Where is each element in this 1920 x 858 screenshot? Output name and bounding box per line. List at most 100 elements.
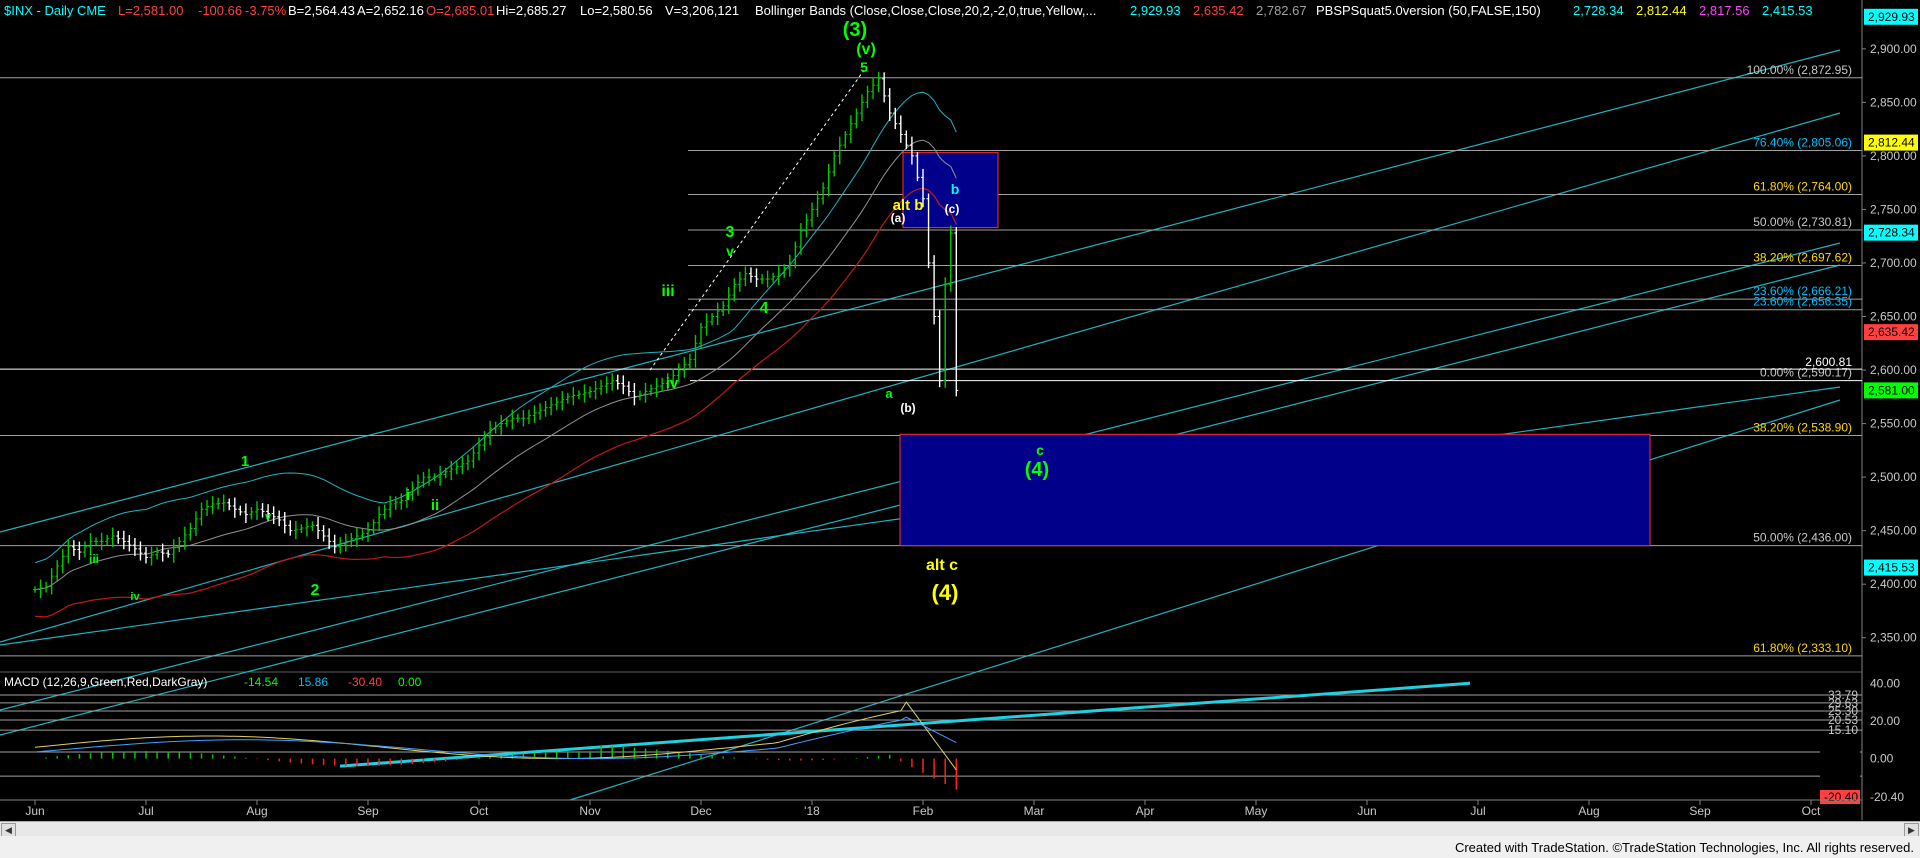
time-label: Sep xyxy=(1689,804,1711,818)
axis-tick-label: 2,900.00 xyxy=(1870,42,1917,56)
fib-label: 61.80% (2,333.10) xyxy=(1753,641,1852,655)
price-tag: 2,929.93 xyxy=(1864,8,1918,25)
macd-tag-text: -9.34 xyxy=(1831,769,1859,783)
macd-tag-text: -20.40 xyxy=(1824,790,1858,804)
fib-label: 38.20% (2,697.62) xyxy=(1753,251,1852,265)
axis-tick-label: 2,850.00 xyxy=(1870,95,1917,109)
time-axis: Jun Jul Aug Sep Oct Nov Dec '18 Feb Mar Apr May Jun J… xyxy=(0,799,1862,818)
wave-label: 3 xyxy=(726,224,735,241)
grid-layer xyxy=(0,0,1863,820)
bid-price: B=2,564.43 xyxy=(288,3,355,18)
bb-upper-value: 2,929.93 xyxy=(1130,3,1181,18)
macd-value: -14.54 xyxy=(244,675,278,689)
fib-label: 61.80% (2,764.00) xyxy=(1753,179,1852,193)
wave-label: ii xyxy=(431,497,439,514)
change-pct: -3.75% xyxy=(245,3,287,18)
axis-tick-label: 2,750.00 xyxy=(1870,202,1917,216)
macd-line xyxy=(34,701,957,771)
time-label: Aug xyxy=(246,804,267,818)
wave-label: iii xyxy=(89,552,99,566)
wave-label: a xyxy=(885,386,893,401)
fib-label: 76.40% (2,805.06) xyxy=(1753,135,1852,149)
low-price: Lo=2,580.56 xyxy=(580,3,653,18)
axis-tick-label: 2,700.00 xyxy=(1870,256,1917,270)
wave-label: 4 xyxy=(760,300,769,317)
fib-label: 23.60% (2,656.35) xyxy=(1753,295,1852,309)
time-label: Dec xyxy=(690,804,711,818)
pbs-value-4: 2,415.53 xyxy=(1762,3,1813,18)
horizontal-scrollbar[interactable]: ◀ ▶ xyxy=(0,821,1920,837)
price-tag: 2,728.34 xyxy=(1864,224,1918,241)
time-label: Feb xyxy=(913,804,934,818)
ask-price: A=2,652.16 xyxy=(357,3,424,18)
macd-tag: -20.40 xyxy=(1820,789,1860,804)
time-label: Jun xyxy=(25,804,44,818)
price-tag-text: 2,415.53 xyxy=(1868,561,1915,575)
axis-tick-label: 2,650.00 xyxy=(1870,310,1917,324)
wave-label: (v) xyxy=(856,41,876,58)
time-label: Nov xyxy=(579,804,600,818)
scroll-left-icon[interactable]: ◀ xyxy=(1,823,16,837)
wave-label: iii xyxy=(661,283,674,300)
pbs-value-2: 2,812.44 xyxy=(1636,3,1687,18)
pbs-label: PBSPSquat5.0version (50,FALSE,150) xyxy=(1316,3,1541,18)
time-label: Mar xyxy=(1024,804,1045,818)
footer-copyright: Created with TradeStation. ©TradeStation… xyxy=(1454,840,1914,855)
open-price: O=2,685.01 xyxy=(426,3,494,18)
time-label: Aug xyxy=(1578,804,1599,818)
fib-label: 50.00% (2,436.00) xyxy=(1753,531,1852,545)
bb-upper-line xyxy=(34,91,957,564)
macd-value: 0.00 xyxy=(398,675,422,689)
target-boxes xyxy=(899,152,1651,547)
wave-label: iv xyxy=(666,375,679,392)
time-label: May xyxy=(1245,804,1268,818)
bollinger-bands xyxy=(34,69,957,618)
fib-label: 50.00% (2,730.81) xyxy=(1753,215,1852,229)
wave-label: v xyxy=(726,243,734,259)
axis-tick-label: 2,350.00 xyxy=(1870,631,1917,645)
wave-label: 5 xyxy=(860,59,868,75)
price-tag: 2,415.53 xyxy=(1864,559,1918,576)
symbol-label: $INX - Daily CME xyxy=(4,3,106,18)
time-label: Jul xyxy=(138,804,153,818)
price-tag-text: 2,581.00 xyxy=(1868,383,1915,397)
bollinger-label: Bollinger Bands (Close,Close,Close,20,2,… xyxy=(755,3,1096,18)
time-label: Jul xyxy=(1470,804,1485,818)
scroll-right-icon[interactable]: ▶ xyxy=(1904,823,1919,837)
macd-axis-label: 20.00 xyxy=(1870,714,1900,728)
target-box xyxy=(899,433,1651,547)
wave-label: (b) xyxy=(900,401,915,415)
price-axis: 2,900.00 2,850.00 2,800.00 2,750.00 2,700.00… xyxy=(1862,8,1918,645)
wave-label: b xyxy=(951,181,960,197)
volume: V=3,206,121 xyxy=(665,3,739,18)
bb-lower-value: 2,635.42 xyxy=(1193,3,1244,18)
wave-label: v xyxy=(265,511,272,523)
wave-label: (4) xyxy=(932,580,959,605)
wave-label: alt c xyxy=(926,557,958,574)
macd-panel: MACD (12,26,9,Green,Red,DarkGray) -14.54 1… xyxy=(0,675,1904,804)
macd-tag: -9.34 xyxy=(1820,769,1860,784)
high-price: Hi=2,685.27 xyxy=(496,3,566,18)
macd-value: 15.86 xyxy=(298,675,328,689)
wave-label: (3) xyxy=(843,19,867,41)
axis-tick-label: 2,600.00 xyxy=(1870,363,1917,377)
time-label: Oct xyxy=(470,804,489,818)
price-tag: 2,812.44 xyxy=(1864,134,1918,151)
price-tag-text: 2,728.34 xyxy=(1868,226,1915,240)
footer-bar: Created with TradeStation. ©TradeStation… xyxy=(0,836,1920,858)
macd-level-label: 15.10 xyxy=(1828,723,1858,737)
last-price: L=2,581.00 xyxy=(118,3,183,18)
axis-tick-label: 2,450.00 xyxy=(1870,524,1917,538)
macd-axis-label: -20.40 xyxy=(1870,790,1904,804)
price-tag-text: 2,812.44 xyxy=(1868,136,1915,150)
time-label: '18 xyxy=(804,804,820,818)
wave-label: (c) xyxy=(945,202,960,216)
macd-tag-text: 3.48 xyxy=(1835,745,1859,759)
time-label: Oct xyxy=(1802,804,1821,818)
time-label: Apr xyxy=(1136,804,1155,818)
chart-header: $INX - Daily CME L=2,581.00 -100.66 -3.7… xyxy=(4,3,1813,18)
macd-axis-label: 0.00 xyxy=(1870,752,1894,766)
axis-tick-label: 2,800.00 xyxy=(1870,149,1917,163)
wave-label: c xyxy=(1036,442,1044,458)
price-tag: 2,581.00 xyxy=(1864,382,1918,399)
